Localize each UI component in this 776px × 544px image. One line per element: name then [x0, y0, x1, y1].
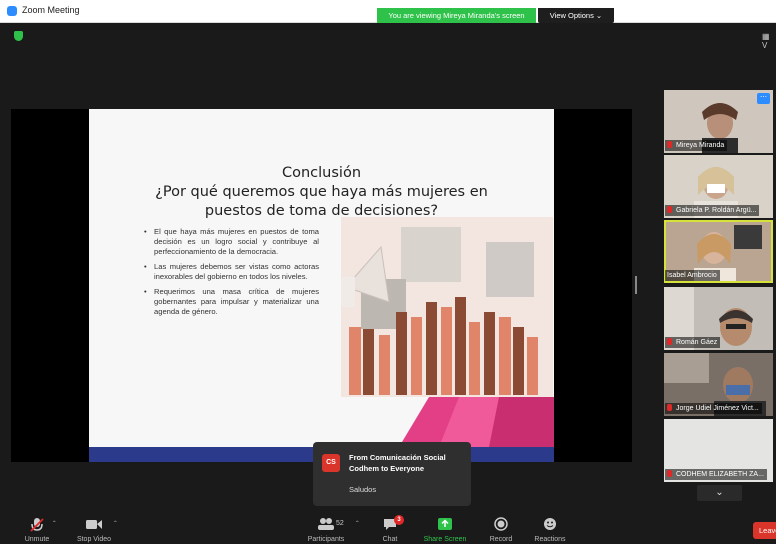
video-camera-icon [86, 520, 102, 529]
slide-bullet: Las mujeres debemos ser vistas como acto… [144, 262, 319, 282]
gallery-view-icon[interactable]: ▦ V [762, 32, 776, 50]
record-icon [494, 517, 508, 531]
presentation-slide: Conclusión ¿Por qué queremos que haya má… [89, 109, 554, 462]
panel-resize-handle[interactable] [635, 276, 637, 294]
slide-title: Conclusión ¿Por qué queremos que haya má… [89, 164, 554, 221]
more-options-button[interactable]: ⋯ [757, 93, 770, 104]
participants-options-caret[interactable]: ˆ [356, 520, 359, 529]
zoom-meeting-window: Zoom Meeting You are viewing Mireya Mira… [0, 0, 776, 544]
slide-decoration [399, 397, 554, 447]
view-options-button[interactable]: View Options ⌄ [538, 8, 614, 23]
encryption-shield-icon[interactable] [14, 31, 23, 41]
participant-name: Isabel Ambrocio [665, 270, 720, 281]
stop-video-button[interactable]: Stop Video [72, 509, 116, 544]
sender-avatar: CS [322, 454, 340, 472]
protest-hands-illustration [341, 217, 553, 397]
meeting-toolbar: Unmute ˆ Stop Video ˆ Participants 52 ˆ … [0, 509, 776, 544]
participant-name: CODHEM ELIZABETH ZA... [665, 469, 767, 480]
scroll-participants-down-button[interactable]: ⌄ [697, 485, 742, 501]
muted-mic-icon [30, 518, 44, 532]
participant-tile[interactable]: CODHEM ELIZABETH ZA... [664, 419, 773, 482]
participant-name: Román Gáez [665, 337, 721, 348]
audio-options-caret[interactable]: ˆ [53, 520, 56, 529]
participant-tile[interactable]: Gabriela P. Roldán Argü... [664, 155, 773, 218]
participant-tile[interactable]: Jorge Udiel Jiménez Vict... [664, 353, 773, 416]
participants-count: 52 [336, 520, 344, 527]
slide-bullet: El que haya más mujeres en puestos de to… [144, 227, 319, 257]
participant-name: Gabriela P. Roldán Argü... [665, 205, 760, 216]
participant-name: Mireya Miranda [665, 140, 728, 151]
muted-mic-icon [667, 338, 672, 345]
chat-sender-line-2: Codhem to Everyone [349, 464, 425, 473]
muted-mic-icon [667, 404, 672, 411]
muted-mic-icon [667, 206, 672, 213]
chat-message: Saludos [349, 485, 377, 494]
slide-bullet: Requerimos una masa crítica de mujeres g… [144, 287, 319, 317]
video-options-caret[interactable]: ˆ [114, 520, 117, 529]
viewing-screen-banner: You are viewing Mireya Miranda's screen [377, 8, 536, 23]
chat-notification[interactable]: CS From Comunicación Social Codhem to Ev… [313, 442, 471, 506]
record-button[interactable]: Record [484, 509, 518, 544]
participant-name: Jorge Udiel Jiménez Vict... [665, 403, 762, 414]
leave-meeting-button[interactable]: Leave [753, 522, 776, 539]
smiley-reaction-icon [544, 518, 556, 530]
slide-bullet-list: El que haya más mujeres en puestos de to… [144, 227, 319, 322]
chat-sender-line-1: From Comunicación Social [349, 453, 446, 462]
participant-tile[interactable]: Román Gáez [664, 287, 773, 350]
chat-sender: From Comunicación Social Codhem to Every… [349, 452, 467, 474]
participants-icon [318, 518, 334, 530]
reactions-button[interactable]: Reactions [530, 509, 570, 544]
chat-unread-badge: 3 [394, 515, 404, 525]
participant-tile[interactable]: ⋯ Mireya Miranda [664, 90, 773, 153]
participant-tile-active-speaker[interactable]: Isabel Ambrocio [664, 220, 773, 283]
window-title: Zoom Meeting [22, 5, 80, 15]
muted-mic-icon [667, 141, 672, 148]
share-screen-button[interactable]: Share Screen [421, 509, 469, 544]
zoom-app-icon [7, 6, 17, 16]
muted-mic-icon [667, 470, 672, 477]
slide-title-line-1: Conclusión [281, 165, 362, 181]
share-screen-icon [438, 518, 452, 530]
slide-title-line-2: ¿Por qué queremos que haya más mujeres e… [155, 184, 488, 200]
